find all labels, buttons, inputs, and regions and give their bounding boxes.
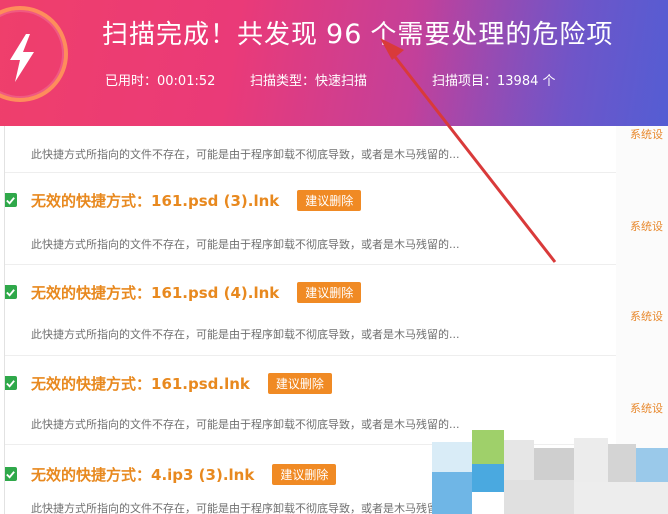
- list-divider: [5, 355, 616, 356]
- category-label: 系统设: [630, 220, 663, 233]
- item-description: 此快捷方式所指向的文件不存在，可能是由于程序卸载不彻底导致，或者是木马残留的..…: [31, 502, 460, 514]
- scan-items-count: 扫描项目：13984 个: [432, 74, 556, 89]
- list-divider: [5, 172, 616, 173]
- list-item[interactable]: 无效的快捷方式：4.ip3 (3).lnk 建议删除: [5, 461, 337, 487]
- suggest-delete-badge: 建议删除: [297, 281, 362, 303]
- scan-summary-header: 扫描完成！共发现 96 个需要处理的危险项 已用时：00:01:52 扫描类型：快速…: [0, 0, 668, 126]
- item-description: 此快捷方式所指向的文件不存在，可能是由于程序卸载不彻底导致，或者是木马残留的..…: [31, 418, 460, 431]
- checkmark-icon[interactable]: [5, 467, 17, 481]
- title-prefix: 扫描完成！共发现: [102, 20, 319, 50]
- category-label: 系统设: [630, 310, 663, 323]
- watermark-mosaic: [432, 430, 668, 514]
- category-label: 系统设: [630, 128, 663, 141]
- list-item[interactable]: 无效的快捷方式：161.psd (3).lnk 建议删除: [5, 187, 362, 213]
- item-title: 无效的快捷方式：161.psd (4).lnk: [31, 283, 280, 302]
- suggest-delete-badge: 建议删除: [297, 189, 362, 211]
- item-description: 此快捷方式所指向的文件不存在，可能是由于程序卸载不彻底导致，或者是木马残留的..…: [31, 148, 460, 161]
- checkmark-icon[interactable]: [5, 376, 17, 390]
- scan-complete-title: 扫描完成！共发现 96 个需要处理的危险项: [102, 14, 613, 51]
- category-label: 系统设: [630, 402, 663, 415]
- suggest-delete-badge: 建议删除: [272, 463, 337, 485]
- lightning-bolt-icon: [10, 34, 34, 82]
- list-item[interactable]: 无效的快捷方式：161.psd.lnk 建议删除: [5, 370, 332, 396]
- elapsed-time: 已用时：00:01:52: [105, 74, 216, 89]
- item-title: 无效的快捷方式：161.psd (3).lnk: [31, 191, 280, 210]
- title-suffix: 个需要处理的危险项: [370, 20, 614, 50]
- danger-count: 96: [326, 19, 363, 50]
- item-description: 此快捷方式所指向的文件不存在，可能是由于程序卸载不彻底导致，或者是木马残留的..…: [31, 328, 460, 341]
- item-description: 此快捷方式所指向的文件不存在，可能是由于程序卸载不彻底导致，或者是木马残留的..…: [31, 238, 460, 251]
- item-title: 无效的快捷方式：4.ip3 (3).lnk: [31, 465, 255, 484]
- list-divider: [5, 264, 616, 265]
- scan-type: 扫描类型：快速扫描: [250, 74, 368, 89]
- checkmark-icon[interactable]: [5, 193, 17, 207]
- item-title: 无效的快捷方式：161.psd.lnk: [31, 374, 250, 393]
- suggest-delete-badge: 建议删除: [267, 372, 332, 394]
- scan-result-window: 扫描完成！共发现 96 个需要处理的危险项 已用时：00:01:52 扫描类型：快速…: [0, 0, 668, 514]
- checkmark-icon[interactable]: [5, 285, 17, 299]
- list-item[interactable]: 无效的快捷方式：161.psd (4).lnk 建议删除: [5, 279, 362, 305]
